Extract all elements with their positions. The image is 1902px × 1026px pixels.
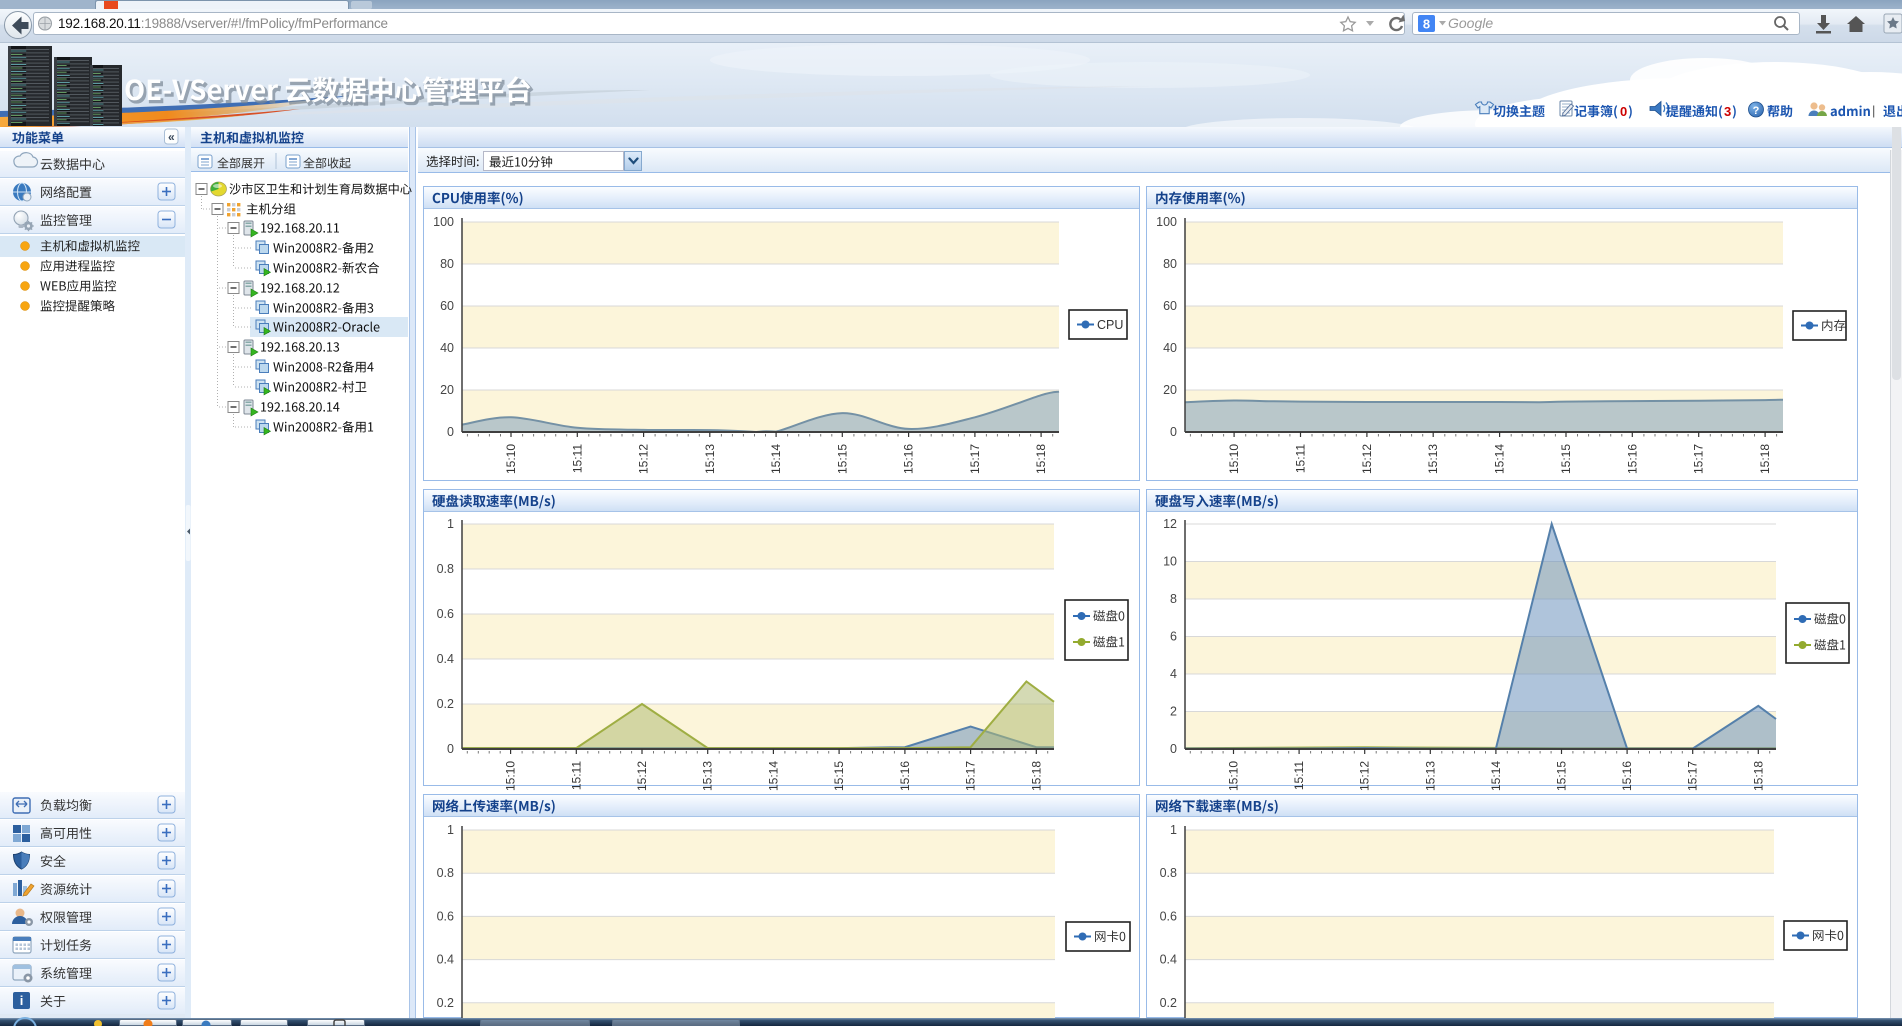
svg-text:15:18: 15:18 <box>1034 444 1048 474</box>
svg-text:CPU: CPU <box>1097 318 1123 332</box>
svg-text:0.6: 0.6 <box>437 909 454 923</box>
svg-text:0: 0 <box>1620 104 1627 119</box>
svg-text:15:12: 15:12 <box>1360 444 1374 474</box>
svg-text:60: 60 <box>440 299 454 313</box>
svg-text:15:16: 15:16 <box>902 444 916 474</box>
svg-text:15:13: 15:13 <box>1423 761 1437 791</box>
svg-text:15:14: 15:14 <box>1489 761 1503 791</box>
svg-text:10: 10 <box>1163 555 1177 569</box>
svg-text:0.4: 0.4 <box>437 652 454 666</box>
svg-text:15:17: 15:17 <box>1686 761 1700 791</box>
svg-text:15:14: 15:14 <box>769 444 783 474</box>
svg-text:0.4: 0.4 <box>437 953 454 967</box>
svg-text:8: 8 <box>1170 592 1177 606</box>
svg-text:0.8: 0.8 <box>1160 866 1177 880</box>
svg-text:15:10: 15:10 <box>504 444 518 474</box>
svg-text:20: 20 <box>440 383 454 397</box>
svg-text:0: 0 <box>447 425 454 439</box>
svg-text:80: 80 <box>440 257 454 271</box>
svg-text:0: 0 <box>447 742 454 756</box>
svg-text:15:11: 15:11 <box>1294 444 1308 473</box>
svg-text:40: 40 <box>440 341 454 355</box>
svg-text:15:10: 15:10 <box>1227 761 1241 791</box>
svg-text:0.2: 0.2 <box>437 697 454 711</box>
svg-text:15:15: 15:15 <box>1555 761 1569 791</box>
svg-text:15:12: 15:12 <box>637 444 651 474</box>
svg-text:15:13: 15:13 <box>1426 444 1440 474</box>
svg-text:15:16: 15:16 <box>1625 444 1639 474</box>
svg-text:15:14: 15:14 <box>766 761 780 791</box>
svg-text:15:12: 15:12 <box>635 761 649 791</box>
svg-text:0.6: 0.6 <box>437 607 454 621</box>
svg-text:1: 1 <box>447 517 454 531</box>
svg-text:15:12: 15:12 <box>1358 761 1372 791</box>
svg-text:1: 1 <box>1170 823 1177 837</box>
svg-text:15:13: 15:13 <box>703 444 717 474</box>
svg-text:0.2: 0.2 <box>437 996 454 1010</box>
svg-text:15:18: 15:18 <box>1029 761 1043 791</box>
svg-text:15:10: 15:10 <box>504 761 518 791</box>
svg-text:15:14: 15:14 <box>1493 444 1507 474</box>
svg-text:60: 60 <box>1163 299 1177 313</box>
svg-text:15:17: 15:17 <box>1692 444 1706 474</box>
svg-text:i: i <box>20 993 24 1008</box>
svg-text:0.2: 0.2 <box>1160 996 1177 1010</box>
svg-text:«: « <box>168 130 175 144</box>
svg-text:15:16: 15:16 <box>1620 761 1634 791</box>
svg-text:20: 20 <box>1163 383 1177 397</box>
svg-text:15:11: 15:11 <box>570 444 584 473</box>
svg-text:15:13: 15:13 <box>701 761 715 791</box>
svg-text:4: 4 <box>1170 667 1177 681</box>
svg-text:|: | <box>1872 103 1875 118</box>
svg-text:0.8: 0.8 <box>437 562 454 576</box>
svg-text:15:18: 15:18 <box>1751 761 1765 791</box>
svg-text:40: 40 <box>1163 341 1177 355</box>
svg-text:15:17: 15:17 <box>968 444 982 474</box>
svg-text:15:17: 15:17 <box>964 761 978 791</box>
svg-text:6: 6 <box>1170 630 1177 644</box>
svg-text:0.4: 0.4 <box>1160 953 1177 967</box>
svg-text:3: 3 <box>1724 104 1731 119</box>
svg-text:2: 2 <box>1170 705 1177 719</box>
svg-text:?: ? <box>1753 105 1760 117</box>
svg-text:0.6: 0.6 <box>1160 909 1177 923</box>
svg-text:15:15: 15:15 <box>832 761 846 791</box>
svg-text:12: 12 <box>1163 517 1177 531</box>
svg-text:0: 0 <box>1170 425 1177 439</box>
svg-text:0.8: 0.8 <box>437 866 454 880</box>
svg-text:15:15: 15:15 <box>1559 444 1573 474</box>
svg-text:1: 1 <box>447 823 454 837</box>
svg-text:15:18: 15:18 <box>1758 444 1772 474</box>
svg-text:15:10: 15:10 <box>1227 444 1241 474</box>
svg-text:15:11: 15:11 <box>1292 761 1306 790</box>
svg-text:15:15: 15:15 <box>835 444 849 474</box>
svg-text:15:11: 15:11 <box>569 761 583 790</box>
svg-text:15:16: 15:16 <box>898 761 912 791</box>
svg-text:8: 8 <box>1423 17 1430 32</box>
svg-text:100: 100 <box>433 215 454 229</box>
svg-text:0: 0 <box>1170 742 1177 756</box>
svg-text:100: 100 <box>1156 215 1177 229</box>
svg-text:80: 80 <box>1163 257 1177 271</box>
